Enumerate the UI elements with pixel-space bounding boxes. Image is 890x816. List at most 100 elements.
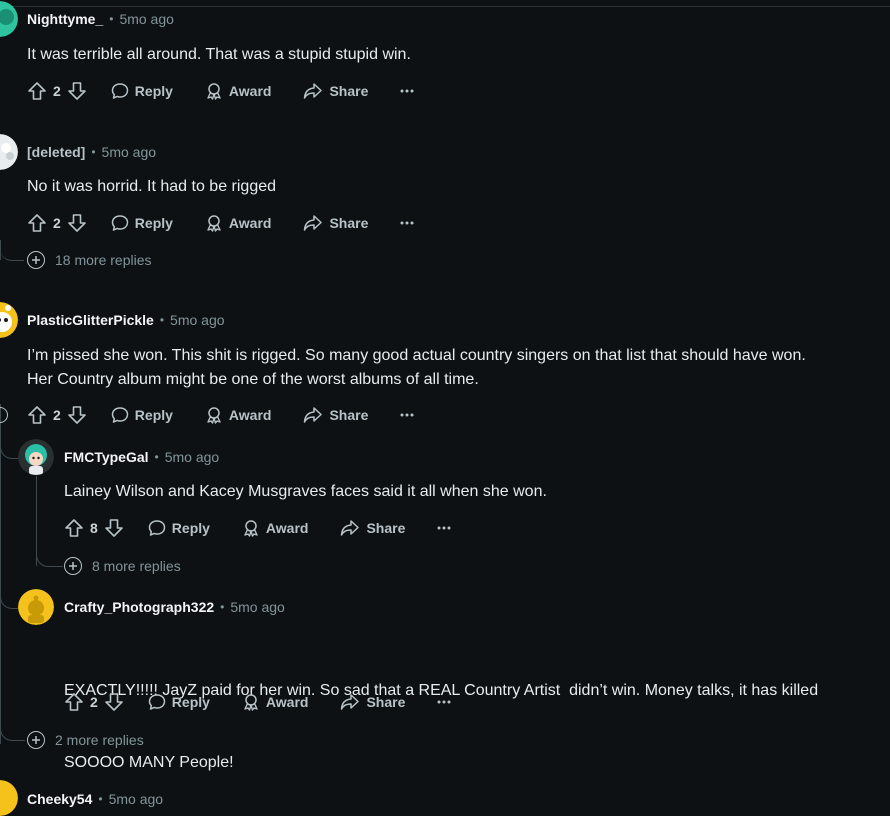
avatar[interactable] bbox=[18, 589, 54, 625]
timestamp[interactable]: 5mo ago bbox=[109, 790, 163, 808]
award-button[interactable]: Award bbox=[205, 214, 272, 232]
reply-label: Reply bbox=[134, 215, 173, 231]
comment-meta: Cheeky54 • 5mo ago bbox=[27, 790, 163, 808]
separator-dot: • bbox=[109, 12, 114, 26]
avatar[interactable] bbox=[18, 439, 54, 475]
comment-text-line: I’m pissed she won. This shit is rigged.… bbox=[27, 347, 806, 364]
award-label: Award bbox=[228, 407, 272, 423]
collapse-thread-button[interactable] bbox=[0, 407, 8, 423]
award-label: Award bbox=[265, 520, 309, 536]
share-icon bbox=[340, 519, 366, 537]
vote-group: 8 bbox=[64, 518, 124, 538]
award-button[interactable]: Award bbox=[205, 406, 272, 424]
downvote-icon[interactable] bbox=[104, 692, 124, 712]
reply-button[interactable]: Reply bbox=[148, 519, 210, 537]
more-replies-button[interactable]: 2 more replies bbox=[27, 731, 144, 749]
more-options-button[interactable] bbox=[437, 700, 451, 704]
timestamp[interactable]: 5mo ago bbox=[230, 598, 284, 616]
share-button[interactable]: Share bbox=[340, 519, 405, 537]
upvote-icon[interactable] bbox=[27, 405, 47, 425]
more-options-icon bbox=[400, 89, 414, 93]
comment-meta: [deleted] • 5mo ago bbox=[27, 143, 156, 161]
reply-button[interactable]: Reply bbox=[111, 214, 173, 232]
downvote-icon[interactable] bbox=[67, 81, 87, 101]
upvote-icon[interactable] bbox=[64, 518, 84, 538]
thread-curve bbox=[0, 720, 25, 741]
downvote-icon[interactable] bbox=[104, 518, 124, 538]
comment-actions: 8 Reply Award Share bbox=[64, 514, 451, 542]
comment-meta: Nighttyme_ • 5mo ago bbox=[27, 10, 174, 28]
reply-icon bbox=[148, 519, 172, 537]
username[interactable]: Cheeky54 bbox=[27, 790, 92, 808]
more-replies-label: 2 more replies bbox=[55, 732, 144, 748]
share-icon bbox=[303, 82, 329, 100]
downvote-icon[interactable] bbox=[67, 213, 87, 233]
avatar[interactable] bbox=[0, 780, 18, 816]
reply-label: Reply bbox=[171, 694, 210, 710]
share-button[interactable]: Share bbox=[303, 214, 368, 232]
username[interactable]: Crafty_Photograph322 bbox=[64, 598, 214, 616]
upvote-icon[interactable] bbox=[27, 213, 47, 233]
top-divider bbox=[10, 6, 890, 7]
reply-button[interactable]: Reply bbox=[111, 82, 173, 100]
award-button[interactable]: Award bbox=[205, 82, 271, 100]
timestamp[interactable]: 5mo ago bbox=[102, 143, 156, 161]
upvote-icon[interactable] bbox=[64, 692, 84, 712]
comment-actions: 2 Reply Award Share bbox=[27, 401, 414, 429]
thread-curve bbox=[0, 240, 24, 261]
more-replies-button[interactable]: 8 more replies bbox=[64, 557, 181, 575]
plus-circle-icon bbox=[27, 251, 45, 269]
username[interactable]: FMCTypeGal bbox=[64, 448, 149, 466]
timestamp[interactable]: 5mo ago bbox=[119, 10, 173, 28]
more-options-button[interactable] bbox=[400, 221, 414, 225]
award-icon bbox=[242, 519, 266, 537]
share-label: Share bbox=[329, 83, 369, 99]
more-options-button[interactable] bbox=[400, 413, 414, 417]
more-replies-button[interactable]: 18 more replies bbox=[27, 251, 152, 269]
timestamp[interactable]: 5mo ago bbox=[165, 448, 219, 466]
username[interactable]: PlasticGlitterPickle bbox=[27, 311, 154, 329]
upvote-icon[interactable] bbox=[27, 81, 47, 101]
more-options-icon bbox=[437, 700, 451, 704]
avatar[interactable] bbox=[0, 302, 18, 338]
more-options-icon bbox=[400, 413, 414, 417]
share-icon bbox=[303, 214, 329, 232]
plus-circle-icon bbox=[27, 731, 45, 749]
downvote-icon[interactable] bbox=[67, 405, 87, 425]
timestamp[interactable]: 5mo ago bbox=[170, 311, 224, 329]
avatar[interactable] bbox=[0, 134, 18, 170]
vote-count: 2 bbox=[90, 694, 98, 710]
award-button[interactable]: Award bbox=[242, 693, 309, 711]
username[interactable]: Nighttyme_ bbox=[27, 10, 103, 28]
vote-group: 2 bbox=[27, 213, 87, 233]
more-options-icon bbox=[400, 221, 414, 225]
share-label: Share bbox=[366, 520, 406, 536]
more-options-button[interactable] bbox=[400, 89, 414, 93]
more-options-icon bbox=[437, 526, 451, 530]
award-button[interactable]: Award bbox=[242, 519, 309, 537]
separator-dot: • bbox=[220, 600, 225, 614]
comment-meta: Crafty_Photograph322 • 5mo ago bbox=[64, 598, 285, 616]
vote-group: 2 bbox=[27, 405, 87, 425]
comment-text: No it was horrid. It had to be rigged bbox=[27, 178, 277, 195]
share-button[interactable]: Share bbox=[303, 406, 368, 424]
reply-button[interactable]: Reply bbox=[111, 406, 173, 424]
share-icon bbox=[303, 406, 329, 424]
reply-label: Reply bbox=[134, 407, 173, 423]
more-replies-label: 18 more replies bbox=[55, 252, 152, 268]
award-label: Award bbox=[265, 694, 309, 710]
reply-icon bbox=[111, 214, 135, 232]
more-replies-label: 8 more replies bbox=[92, 558, 181, 574]
share-button[interactable]: Share bbox=[303, 82, 368, 100]
share-button[interactable]: Share bbox=[340, 693, 405, 711]
reply-icon bbox=[148, 693, 172, 711]
thread-curve bbox=[0, 590, 19, 609]
vote-group: 2 bbox=[64, 692, 124, 712]
reply-icon bbox=[111, 82, 135, 100]
reply-label: Reply bbox=[134, 83, 173, 99]
reply-button[interactable]: Reply bbox=[148, 693, 210, 711]
vote-group: 2 bbox=[27, 81, 87, 101]
username: [deleted] bbox=[27, 144, 86, 160]
award-label: Award bbox=[228, 215, 272, 231]
more-options-button[interactable] bbox=[437, 526, 451, 530]
